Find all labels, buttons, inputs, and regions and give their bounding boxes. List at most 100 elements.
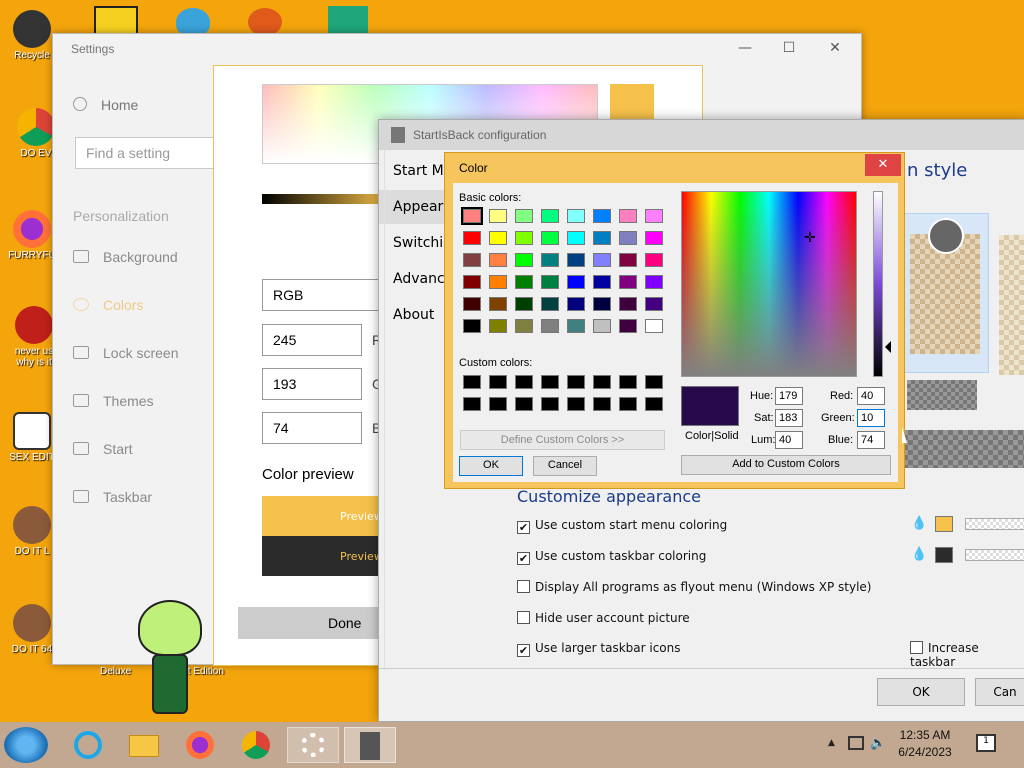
basic-color-swatch[interactable] xyxy=(463,253,481,267)
hue-input[interactable]: 179 xyxy=(775,387,803,405)
basic-color-swatch[interactable] xyxy=(541,209,559,223)
option-custom-taskbar-coloring[interactable]: ✔ Use custom taskbar coloring xyxy=(517,549,706,565)
taskbar-app-startisback[interactable] xyxy=(344,727,396,763)
done-button[interactable]: Done xyxy=(238,607,378,639)
custom-color-swatch[interactable] xyxy=(593,397,611,411)
basic-color-swatch[interactable] xyxy=(645,297,663,311)
sib-cancel-button[interactable]: Can xyxy=(975,678,1024,706)
option-larger-taskbar-icons[interactable]: ✔ Use larger taskbar icons xyxy=(517,641,681,657)
basic-color-swatch[interactable] xyxy=(567,253,585,267)
basic-color-swatch[interactable] xyxy=(489,231,507,245)
green-input[interactable]: 10 xyxy=(857,409,885,427)
checkbox[interactable] xyxy=(517,580,530,593)
basic-color-swatch[interactable] xyxy=(541,275,559,289)
close-button[interactable]: ✕ xyxy=(823,40,847,56)
checkbox[interactable]: ✔ xyxy=(517,644,530,657)
basic-color-swatch[interactable] xyxy=(619,275,637,289)
basic-color-swatch[interactable] xyxy=(593,297,611,311)
taskbar-app-ie[interactable] xyxy=(62,727,114,763)
basic-color-swatch[interactable] xyxy=(463,275,481,289)
nav-themes[interactable]: Themes xyxy=(73,393,154,409)
nav-background[interactable]: Background xyxy=(73,249,178,265)
custom-color-swatch[interactable] xyxy=(515,397,533,411)
taskbar-opacity-slider[interactable] xyxy=(965,549,1024,561)
nav-colors[interactable]: Colors xyxy=(73,297,143,313)
app-icon-partial[interactable] xyxy=(176,8,210,36)
basic-color-swatch[interactable] xyxy=(619,319,637,333)
sib-menu-start[interactable]: Start M xyxy=(393,163,444,179)
basic-color-swatch[interactable] xyxy=(515,319,533,333)
define-custom-colors-button[interactable]: Define Custom Colors >> xyxy=(460,430,665,450)
blue-input[interactable]: 74 xyxy=(857,431,885,449)
basic-color-swatch[interactable] xyxy=(593,319,611,333)
network-icon[interactable] xyxy=(848,736,864,750)
red-input[interactable]: 40 xyxy=(857,387,885,405)
checkbox[interactable]: ✔ xyxy=(517,521,530,534)
basic-color-swatch[interactable] xyxy=(541,253,559,267)
basic-color-swatch[interactable] xyxy=(567,209,585,223)
add-to-custom-colors-button[interactable]: Add to Custom Colors xyxy=(681,455,891,475)
basic-color-swatch[interactable] xyxy=(593,231,611,245)
search-input[interactable]: Find a setting xyxy=(75,137,225,169)
lum-input[interactable]: 40 xyxy=(775,431,803,449)
basic-color-swatch[interactable] xyxy=(515,297,533,311)
basic-color-swatch[interactable] xyxy=(463,319,481,333)
basic-color-swatch[interactable] xyxy=(541,231,559,245)
basic-color-swatch[interactable] xyxy=(567,297,585,311)
custom-color-swatch[interactable] xyxy=(489,397,507,411)
basic-color-swatch[interactable] xyxy=(567,231,585,245)
clock[interactable]: 12:35 AM 6/24/2023 xyxy=(890,728,960,759)
basic-color-swatch[interactable] xyxy=(619,231,637,245)
custom-color-swatch[interactable] xyxy=(567,375,585,389)
publisher-icon[interactable] xyxy=(328,6,368,36)
basic-color-swatch[interactable] xyxy=(461,207,483,225)
opacity-drop-icon[interactable]: 💧 xyxy=(911,516,927,531)
custom-color-swatch[interactable] xyxy=(515,375,533,389)
basic-color-swatch[interactable] xyxy=(515,209,533,223)
app-icon-partial[interactable] xyxy=(248,8,282,36)
option-hide-account-picture[interactable]: Hide user account picture xyxy=(517,611,690,625)
custom-color-swatch[interactable] xyxy=(541,397,559,411)
tray-expand-icon[interactable]: ▲ xyxy=(828,738,835,748)
custom-color-swatch[interactable] xyxy=(463,375,481,389)
minimize-button[interactable]: — xyxy=(733,40,757,56)
basic-color-swatch[interactable] xyxy=(541,319,559,333)
basic-color-swatch[interactable] xyxy=(645,275,663,289)
sib-menu-switching[interactable]: Switchi xyxy=(393,235,443,251)
nav-home[interactable]: Home xyxy=(73,97,138,113)
basic-color-swatch[interactable] xyxy=(567,275,585,289)
checkbox[interactable] xyxy=(910,641,923,654)
blue-input[interactable]: 74 xyxy=(262,412,362,444)
value-slider[interactable] xyxy=(262,194,392,204)
option-flyout-menu[interactable]: Display All programs as flyout menu (Win… xyxy=(517,580,871,594)
taskbar-app-firefox[interactable] xyxy=(174,727,226,763)
taskbar-app-explorer[interactable] xyxy=(118,727,170,763)
color-ok-button[interactable]: OK xyxy=(459,456,523,476)
basic-color-swatch[interactable] xyxy=(541,297,559,311)
basic-color-swatch[interactable] xyxy=(463,231,481,245)
color-cancel-button[interactable]: Cancel xyxy=(533,456,597,476)
taskbar-app-chrome[interactable] xyxy=(230,727,282,763)
basic-color-swatch[interactable] xyxy=(645,209,663,223)
sib-menu-advanced[interactable]: Advanc xyxy=(393,271,445,287)
option-increase-taskbar[interactable]: Increase taskbar xyxy=(910,641,1024,669)
taskbar-color-swatch[interactable] xyxy=(935,547,953,563)
basic-color-swatch[interactable] xyxy=(567,319,585,333)
custom-color-swatch[interactable] xyxy=(593,375,611,389)
hue-saturation-picker[interactable]: ✛ xyxy=(681,191,857,377)
app-icon-partial[interactable] xyxy=(94,6,138,36)
basic-color-swatch[interactable] xyxy=(489,253,507,267)
checkbox[interactable] xyxy=(517,611,530,624)
volume-icon[interactable]: 🔈 xyxy=(870,736,886,751)
custom-color-swatch[interactable] xyxy=(645,375,663,389)
custom-color-swatch[interactable] xyxy=(541,375,559,389)
basic-color-swatch[interactable] xyxy=(645,231,663,245)
nav-lock-screen[interactable]: Lock screen xyxy=(73,345,178,361)
basic-color-swatch[interactable] xyxy=(489,209,507,223)
custom-color-swatch[interactable] xyxy=(619,397,637,411)
option-custom-start-menu-coloring[interactable]: ✔ Use custom start menu coloring xyxy=(517,518,727,534)
nav-taskbar[interactable]: Taskbar xyxy=(73,489,152,505)
basic-color-swatch[interactable] xyxy=(593,209,611,223)
nav-start[interactable]: Start xyxy=(73,441,133,457)
basic-color-swatch[interactable] xyxy=(515,253,533,267)
